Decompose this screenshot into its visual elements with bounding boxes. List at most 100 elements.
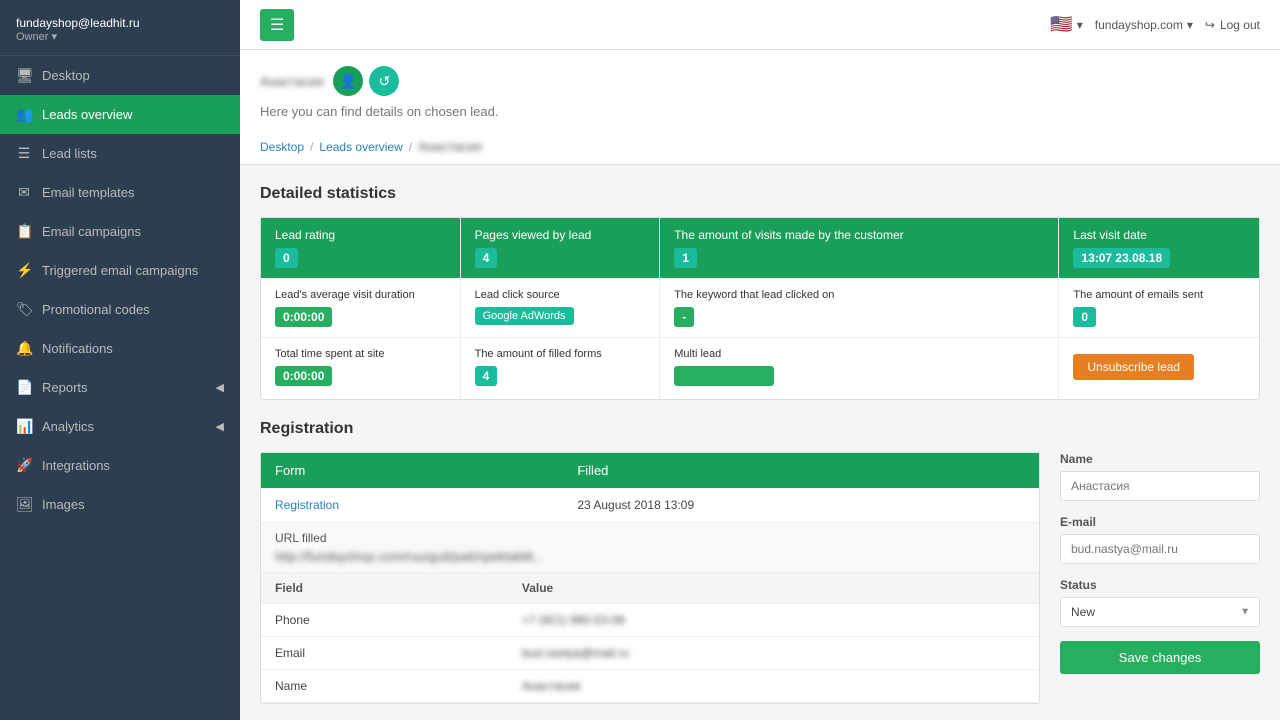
stat-filled-forms: The amount of filled forms 4 <box>461 338 661 399</box>
nav-label-desktop: Desktop <box>42 68 90 83</box>
main-container: ☰ 🇺🇸 ▾ fundayshop.com ▾ ↪ Log out Анаста… <box>240 0 1280 720</box>
page-header: Анастасия 👤 ↺ Here you can find details … <box>240 50 1280 165</box>
sidebar-item-notifications[interactable]: 🔔 Notifications <box>0 329 240 368</box>
breadcrumb: Desktop / Leads overview / Анастасия <box>260 129 1260 164</box>
stats-row-1: Lead rating 0 Pages viewed by lead 4 The… <box>261 218 1259 279</box>
nav-label-analytics: Analytics <box>42 419 94 434</box>
status-field-group: Status New Contacted Qualified Lost <box>1060 578 1260 627</box>
breadcrumb-leads-overview[interactable]: Leads overview <box>319 140 402 154</box>
fields-header-row: Field Value <box>261 573 1039 604</box>
sidebar-item-desktop[interactable]: 🖥 Desktop <box>0 56 240 95</box>
breadcrumb-current: Анастасия <box>418 139 481 154</box>
stat-avg-duration: Lead's average visit duration 0:00:00 <box>261 279 461 337</box>
logout-label: Log out <box>1220 18 1260 32</box>
sidebar-item-promotional-codes[interactable]: 🏷 Promotional codes <box>0 290 240 329</box>
filled-forms-badge: 4 <box>475 366 498 386</box>
nav-icon-images: 🖼 <box>16 496 32 513</box>
field-row-email: Email bud.nastya@mail.ru <box>261 637 1039 670</box>
logout-button[interactable]: ↪ Log out <box>1205 18 1260 32</box>
reg-col-form: Form <box>261 453 563 488</box>
registration-layout: Form Filled Registration 23 August 2018 … <box>260 452 1260 704</box>
reg-col-filled: Filled <box>563 453 1039 488</box>
lead-edit-form: Name E-mail Status New Contacted <box>1060 452 1260 704</box>
reg-form-name: Registration <box>261 488 563 522</box>
detailed-statistics-title: Detailed statistics <box>260 185 1260 203</box>
field-label-name: Name <box>261 670 508 703</box>
email-input[interactable] <box>1060 534 1260 564</box>
reg-table-row: Registration 23 August 2018 13:09 <box>261 488 1039 522</box>
status-label: Status <box>1060 578 1260 592</box>
user-role: Owner ▾ <box>16 30 224 43</box>
nav-icon-desktop: 🖥 <box>16 67 32 84</box>
nav-arrow-reports: ◀ <box>216 381 224 394</box>
language-selector[interactable]: 🇺🇸 ▾ <box>1050 14 1082 35</box>
fields-table: Field Value Phone +7 (921) 980-53-08 <box>261 572 1039 703</box>
reg-table-wrapper: Form Filled Registration 23 August 2018 … <box>260 452 1040 704</box>
nav-icon-triggered-email-campaigns: ⚡ <box>16 262 32 279</box>
lead-rating-badge: 0 <box>275 248 298 268</box>
stat-click-source: Lead click source Google AdWords <box>461 279 661 337</box>
stat-unsubscribe: Unsubscribe lead <box>1059 338 1259 399</box>
field-label-email: Email <box>261 637 508 670</box>
field-value-name: Анастасия <box>508 670 1039 703</box>
lead-history-icon[interactable]: ↺ <box>369 66 399 96</box>
stats-row-3: Total time spent at site 0:00:00 The amo… <box>261 338 1259 399</box>
reg-form-link[interactable]: Registration <box>275 498 339 512</box>
name-label: Name <box>1060 452 1260 466</box>
sidebar-user: fundayshop@leadhit.ru Owner ▾ <box>0 0 240 56</box>
url-filled-label: URL filled <box>275 531 1025 545</box>
flag-icon: 🇺🇸 <box>1050 14 1072 35</box>
stat-multi-lead: Multi lead <box>660 338 1059 399</box>
nav-icon-notifications: 🔔 <box>16 340 32 357</box>
status-select-wrapper: New Contacted Qualified Lost <box>1060 597 1260 627</box>
registration-title: Registration <box>260 420 1260 438</box>
domain-selector[interactable]: fundayshop.com ▾ <box>1095 18 1193 32</box>
sidebar-item-triggered-email-campaigns[interactable]: ⚡ Triggered email campaigns <box>0 251 240 290</box>
avg-duration-badge: 0:00:00 <box>275 307 332 327</box>
sidebar-item-email-campaigns[interactable]: 📋 Email campaigns <box>0 212 240 251</box>
stat-visits: The amount of visits made by the custome… <box>660 218 1059 278</box>
sidebar-item-lead-lists[interactable]: ☰ Lead lists <box>0 134 240 173</box>
sidebar-item-email-templates[interactable]: ✉ Email templates <box>0 173 240 212</box>
sidebar-nav: 🖥 Desktop 👥 Leads overview ☰ Lead lists … <box>0 56 240 720</box>
total-time-badge: 0:00:00 <box>275 366 332 386</box>
last-visit-badge: 13:07 23.08.18 <box>1073 248 1170 268</box>
sidebar-item-reports[interactable]: 📄 Reports ◀ <box>0 368 240 407</box>
domain-text: fundayshop.com <box>1095 18 1183 32</box>
email-label: E-mail <box>1060 515 1260 529</box>
unsubscribe-button[interactable]: Unsubscribe lead <box>1073 354 1194 380</box>
nav-icon-integrations: 🚀 <box>16 457 32 474</box>
sidebar-item-integrations[interactable]: 🚀 Integrations <box>0 446 240 485</box>
menu-button[interactable]: ☰ <box>260 9 294 41</box>
sidebar-item-images[interactable]: 🖼 Images <box>0 485 240 524</box>
nav-label-images: Images <box>42 497 85 512</box>
save-changes-button[interactable]: Save changes <box>1060 641 1260 674</box>
nav-label-email-templates: Email templates <box>42 185 134 200</box>
status-select[interactable]: New Contacted Qualified Lost <box>1060 597 1260 627</box>
reg-filled-date: 23 August 2018 13:09 <box>563 488 1039 522</box>
sidebar-item-analytics[interactable]: 📊 Analytics ◀ <box>0 407 240 446</box>
name-input[interactable] <box>1060 471 1260 501</box>
nav-icon-leads-overview: 👥 <box>16 106 32 123</box>
field-col-value: Value <box>508 573 1039 604</box>
reg-table-header-row: Form Filled <box>261 453 1039 488</box>
breadcrumb-desktop[interactable]: Desktop <box>260 140 304 154</box>
nav-icon-promotional-codes: 🏷 <box>16 301 32 318</box>
stats-row-2: Lead's average visit duration 0:00:00 Le… <box>261 279 1259 338</box>
registration-table: Form Filled Registration 23 August 2018 … <box>261 453 1039 522</box>
lead-profile-icon[interactable]: 👤 <box>333 66 363 96</box>
keyword-badge: - <box>674 307 694 327</box>
url-filled-section: URL filled http://fundayshop.com/ruu/gui… <box>261 522 1039 572</box>
stat-total-time: Total time spent at site 0:00:00 <box>261 338 461 399</box>
email-field-group: E-mail <box>1060 515 1260 564</box>
nav-label-email-campaigns: Email campaigns <box>42 224 141 239</box>
sidebar-item-leads-overview[interactable]: 👥 Leads overview <box>0 95 240 134</box>
nav-label-integrations: Integrations <box>42 458 110 473</box>
field-row-phone: Phone +7 (921) 980-53-08 <box>261 604 1039 637</box>
click-source-badge: Google AdWords <box>475 307 574 325</box>
stats-grid: Lead rating 0 Pages viewed by lead 4 The… <box>260 217 1260 400</box>
stat-pages-viewed: Pages viewed by lead 4 <box>461 218 661 278</box>
url-value: http://fundayshop.com/ruu/guit/pait/spek… <box>275 549 1025 564</box>
topbar: ☰ 🇺🇸 ▾ fundayshop.com ▾ ↪ Log out <box>240 0 1280 50</box>
nav-arrow-analytics: ◀ <box>216 420 224 433</box>
